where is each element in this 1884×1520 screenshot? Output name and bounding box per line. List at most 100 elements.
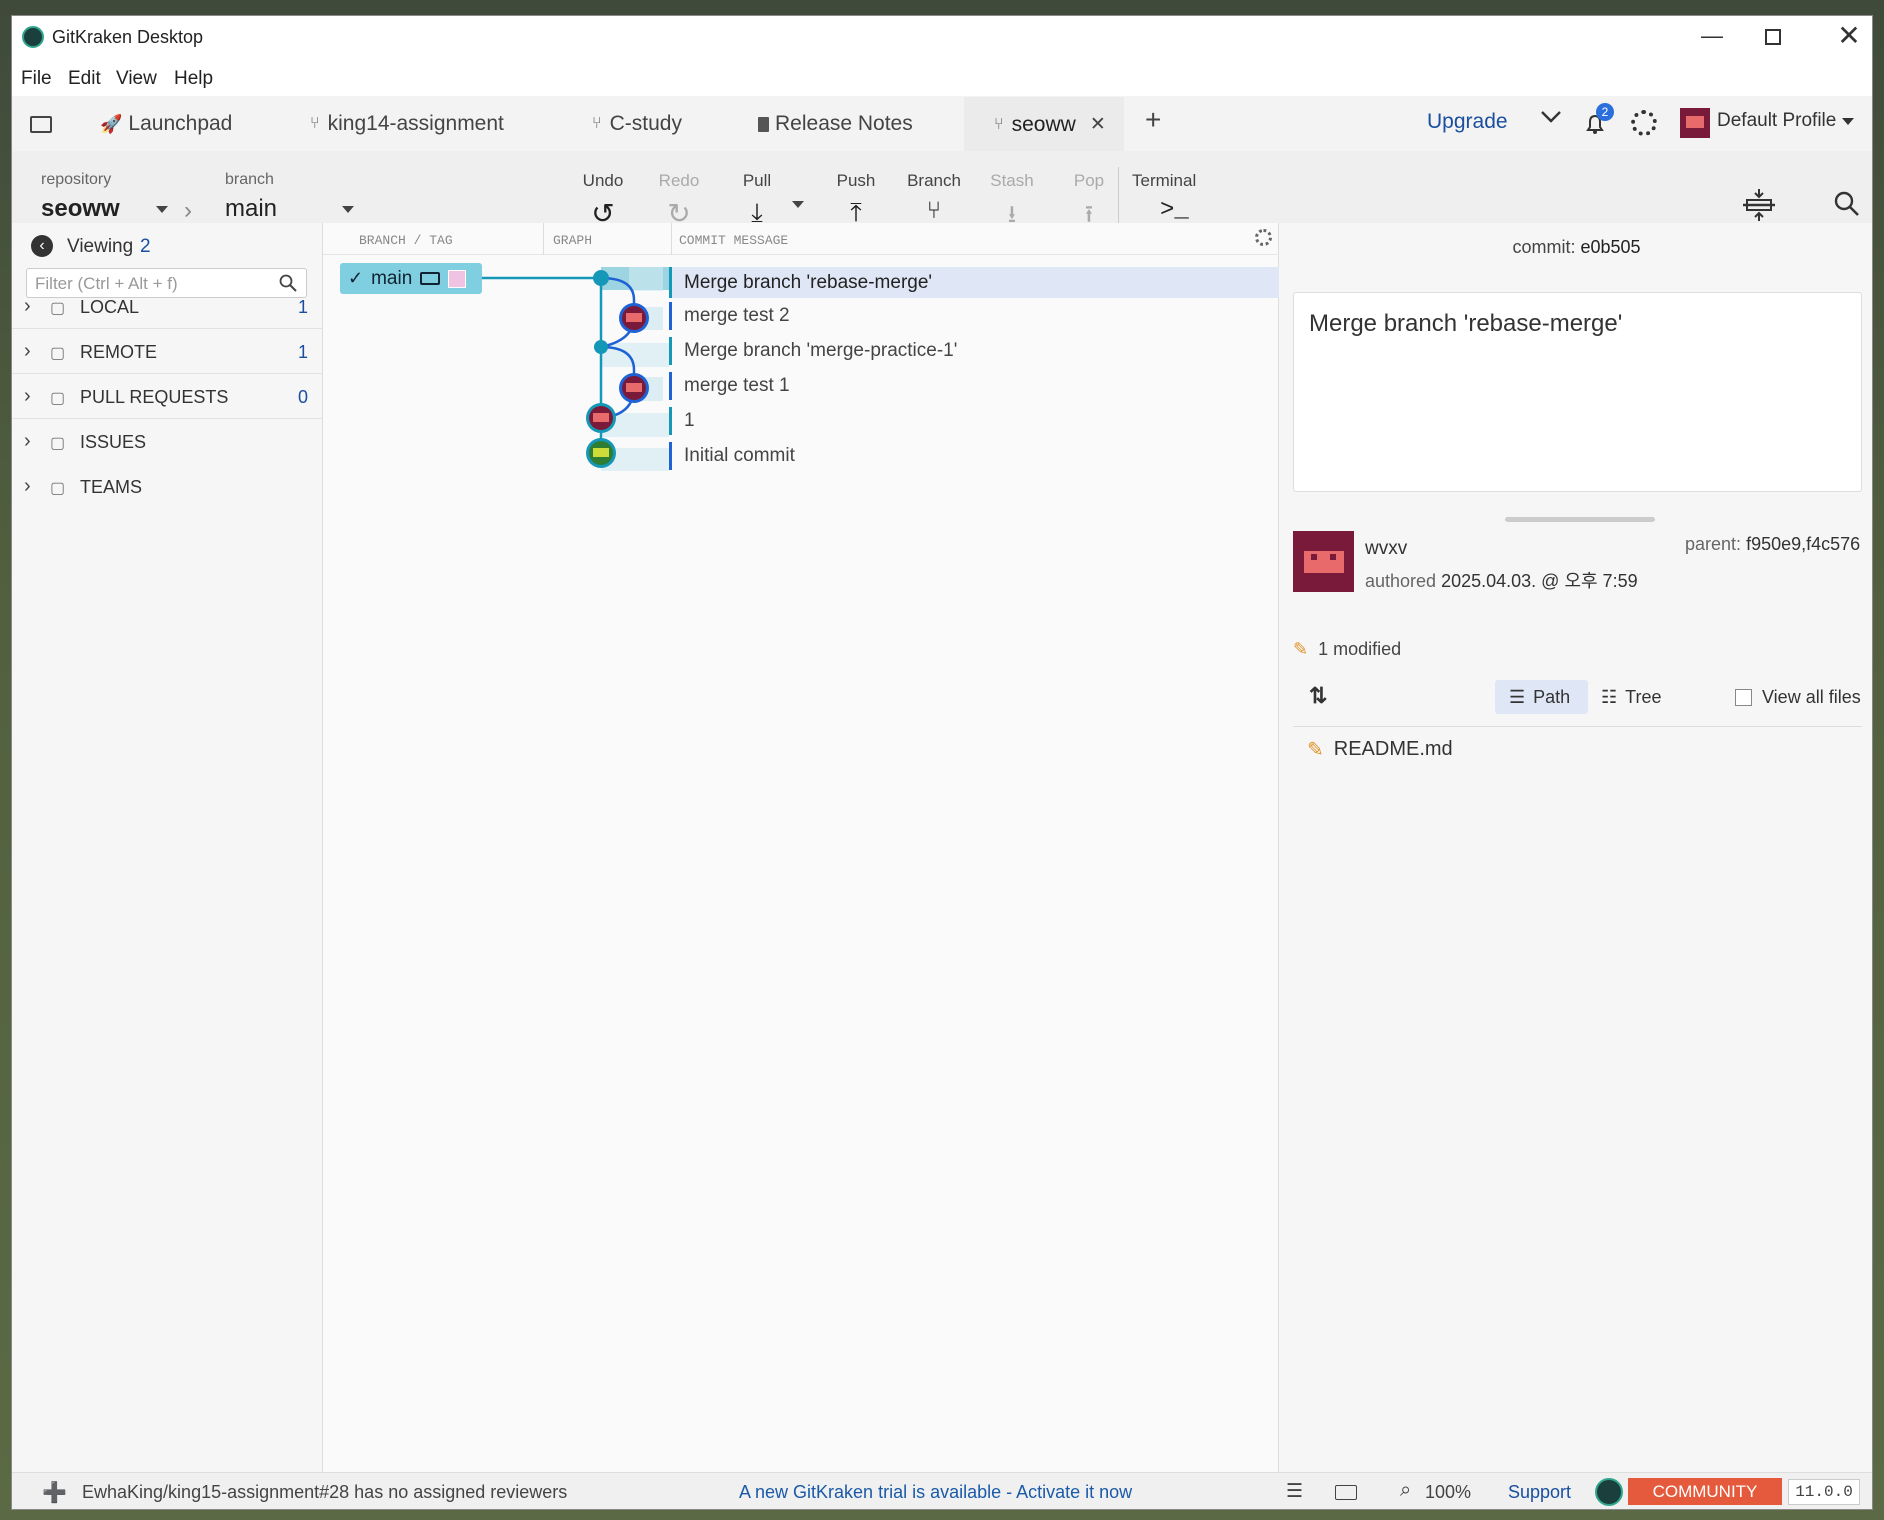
- terminal-prompt-icon: >_: [1160, 197, 1189, 224]
- modified-summary: ✎ 1 modified: [1293, 639, 1401, 660]
- maximize-button[interactable]: [1765, 29, 1781, 45]
- commit-row[interactable]: merge test 1: [669, 372, 1279, 400]
- tab-label: Launchpad: [128, 112, 233, 135]
- profile-name[interactable]: Default Profile: [1717, 110, 1836, 132]
- view-all-files-label: View all files: [1762, 686, 1861, 707]
- upgrade-link[interactable]: Upgrade: [1427, 110, 1508, 134]
- chevron-down-icon[interactable]: [1540, 110, 1561, 130]
- tab-king14-assignment[interactable]: ⑂ king14-assignment: [310, 106, 504, 142]
- settings-gear-icon[interactable]: [1631, 110, 1657, 136]
- repository-name[interactable]: seoww: [41, 195, 120, 223]
- viewing-count: 2: [140, 236, 151, 257]
- pull-button[interactable]: Pull ⤓: [722, 171, 792, 229]
- commit-row[interactable]: Initial commit: [669, 442, 1279, 470]
- parent-label: parent:: [1685, 534, 1742, 554]
- commit-header: commit: e0b505: [1279, 223, 1872, 271]
- section-label: REMOTE: [80, 342, 158, 362]
- tab-label: king14-assignment: [327, 112, 504, 135]
- layout-toggle-icon[interactable]: [1739, 187, 1775, 221]
- authored-line: authored 2025.04.03. @ 오후 7:59: [1365, 567, 1638, 593]
- pencil-icon: ✎: [1293, 639, 1309, 659]
- folder-icon[interactable]: [30, 116, 52, 133]
- column-settings-gear-icon[interactable]: [1255, 229, 1272, 246]
- tree-icon: ☷: [1601, 686, 1618, 707]
- sort-az-icon[interactable]: ⇅: [1309, 683, 1327, 709]
- close-window-button[interactable]: ✕: [1832, 19, 1866, 53]
- pull-options-dropdown-icon[interactable]: [792, 201, 804, 208]
- header-divider: [671, 223, 672, 255]
- undo-button[interactable]: Undo ↺: [568, 171, 638, 230]
- sidebar-section-issues[interactable]: › ▢ ISSUES: [12, 420, 323, 464]
- trial-link[interactable]: A new GitKraken trial is available - Act…: [739, 1482, 1132, 1503]
- chevron-right-icon[interactable]: ›: [24, 385, 31, 408]
- branch-dropdown-icon[interactable]: [342, 206, 354, 213]
- zoom-level[interactable]: 100%: [1425, 1482, 1471, 1503]
- modified-count: 1 modified: [1318, 639, 1402, 659]
- sidebar-section-local[interactable]: › ▢ LOCAL 1: [12, 285, 323, 329]
- tab-c-study[interactable]: ⑂ C-study: [592, 106, 682, 142]
- section-label: TEAMS: [80, 477, 143, 497]
- sidebar-section-pull-requests[interactable]: › ▢ PULL REQUESTS 0: [12, 375, 323, 419]
- community-badge[interactable]: COMMUNITY: [1628, 1478, 1782, 1505]
- redo-button[interactable]: Redo ↻: [644, 171, 714, 230]
- resize-handle[interactable]: [1505, 517, 1655, 522]
- profile-avatar[interactable]: [1680, 108, 1710, 138]
- cloud-icon: ▢: [50, 345, 66, 362]
- modified-pencil-icon: ✎: [1307, 739, 1324, 761]
- activity-list-icon[interactable]: ☰: [1286, 1480, 1303, 1503]
- menu-file[interactable]: File: [21, 68, 52, 90]
- menu-help[interactable]: Help: [174, 68, 213, 90]
- window-title: GitKraken Desktop: [52, 27, 204, 47]
- header-divider: [543, 223, 544, 255]
- file-row[interactable]: ✎ README.md: [1307, 737, 1453, 762]
- branch-icon: ⑂: [994, 115, 1004, 133]
- commit-row[interactable]: Merge branch 'merge-practice-1': [669, 337, 1279, 365]
- chevron-right-icon[interactable]: ›: [24, 340, 31, 363]
- support-link[interactable]: Support: [1508, 1482, 1571, 1503]
- search-icon[interactable]: [1834, 191, 1860, 217]
- path-view-button[interactable]: ☰ Path: [1495, 680, 1588, 714]
- collapse-sidebar-icon[interactable]: ‹: [31, 235, 53, 257]
- view-all-files-toggle[interactable]: View all files: [1735, 680, 1861, 714]
- repository-dropdown-icon[interactable]: [156, 206, 168, 213]
- chevron-right-icon[interactable]: ›: [24, 430, 31, 453]
- commit-sha[interactable]: e0b505: [1580, 237, 1640, 257]
- section-label: PULL REQUESTS: [80, 387, 229, 407]
- minimize-button[interactable]: —: [1695, 23, 1729, 51]
- sidebar-section-teams[interactable]: › ▢ TEAMS: [12, 465, 323, 509]
- commit-message-box[interactable]: Merge branch 'rebase-merge': [1293, 292, 1862, 492]
- tab-seoww[interactable]: ⑂ seoww ✕: [964, 97, 1124, 152]
- chevron-right-icon[interactable]: ›: [24, 475, 31, 498]
- zoom-icon[interactable]: ⌕: [1400, 1479, 1411, 1502]
- menu-edit[interactable]: Edit: [68, 68, 101, 90]
- commit-row[interactable]: merge test 2: [669, 302, 1279, 330]
- parent-shas[interactable]: f950e9,f4c576: [1746, 534, 1860, 554]
- terminal-button[interactable]: Terminal >_: [1132, 171, 1212, 224]
- checkbox[interactable]: [1735, 688, 1752, 706]
- tab-launchpad[interactable]: 🚀 Launchpad: [100, 106, 232, 142]
- tab-label: seoww: [1011, 112, 1076, 136]
- close-tab-icon[interactable]: ✕: [1090, 113, 1106, 136]
- branch-name[interactable]: main: [225, 195, 277, 223]
- tree-view-button[interactable]: ☷ Tree: [1601, 680, 1661, 714]
- push-button[interactable]: Push ⤒: [821, 171, 891, 229]
- header-graph: GRAPH: [553, 233, 593, 248]
- tab-release-notes[interactable]: Release Notes: [758, 106, 913, 142]
- commit-detail-panel: commit: e0b505 Merge branch 'rebase-merg…: [1279, 223, 1872, 1486]
- keyboard-icon[interactable]: [1335, 1485, 1357, 1500]
- chevron-right-icon[interactable]: ›: [24, 295, 31, 318]
- tab-label: C-study: [609, 112, 682, 135]
- commit-row[interactable]: Merge branch 'rebase-merge': [669, 267, 1279, 298]
- sidebar-section-remote[interactable]: › ▢ REMOTE 1: [12, 330, 323, 374]
- add-reviewer-icon[interactable]: ➕: [42, 1480, 67, 1505]
- commit-row[interactable]: 1: [669, 407, 1279, 435]
- profile-caret-icon[interactable]: [1842, 118, 1854, 125]
- add-tab-button[interactable]: +: [1145, 104, 1161, 136]
- gitkraken-logo-icon: [22, 26, 44, 48]
- tab-label: Release Notes: [775, 112, 913, 135]
- author-avatar: [1293, 531, 1354, 592]
- commit-message: merge test 2: [684, 305, 790, 326]
- branch-button[interactable]: Branch ⑂: [899, 171, 969, 225]
- menu-view[interactable]: View: [116, 68, 157, 90]
- section-label: ISSUES: [80, 432, 147, 452]
